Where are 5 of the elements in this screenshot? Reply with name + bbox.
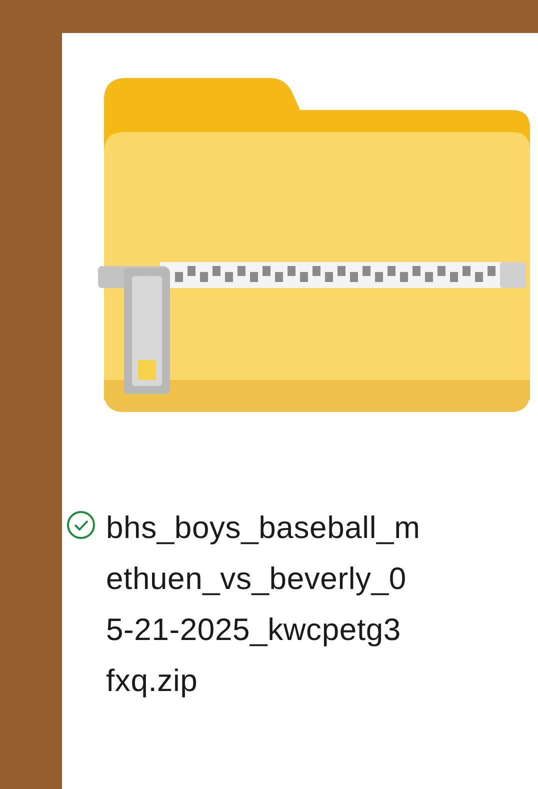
file-name-line: fxq.zip: [106, 662, 199, 700]
file-tile[interactable]: bhs_boys_baseball_m ethuen_vs_beverly_0 5-21-2025_kwcpetg3 fxq.zip: [62, 33, 538, 789]
file-name-line: ethuen_vs_beverly_0: [106, 560, 408, 598]
file-name-line: bhs_boys_baseball_m: [106, 509, 420, 547]
file-name-line: 5-21-2025_kwcpetg3: [106, 611, 402, 649]
